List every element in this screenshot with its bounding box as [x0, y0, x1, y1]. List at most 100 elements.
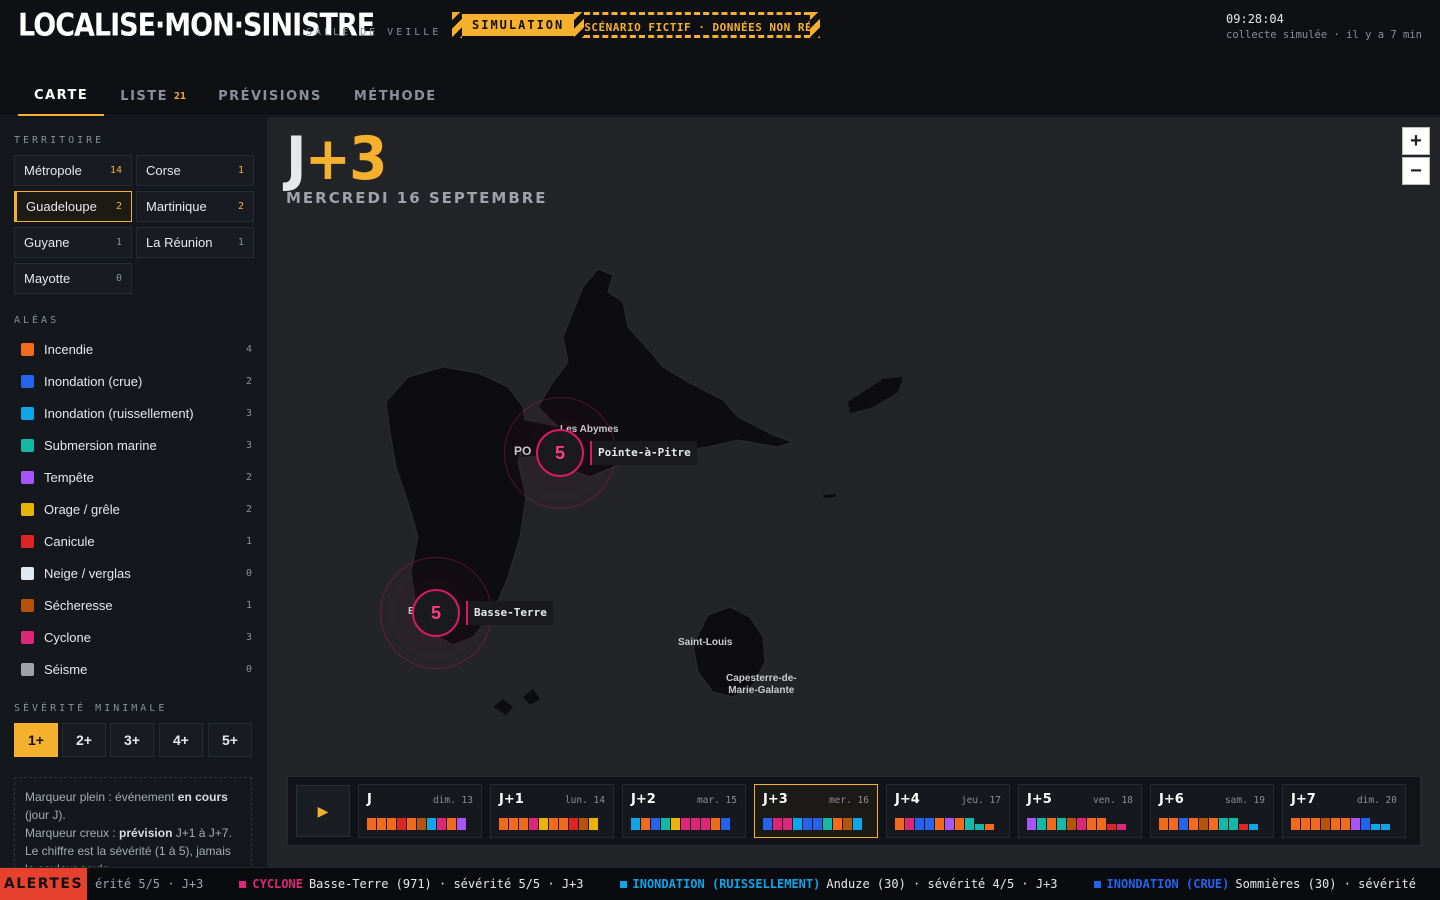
hazard-bar	[823, 818, 832, 830]
hazard-bar	[641, 818, 650, 830]
alea-count: 3	[245, 439, 252, 451]
hazard-square-icon	[619, 881, 627, 888]
hazard-bar	[1037, 818, 1046, 830]
ticker-alert-item[interactable]: CYCLONE Basse-Terre (971) · sévérité 5/5 …	[239, 868, 584, 900]
play-button[interactable]: ▶	[296, 785, 350, 837]
territoire-mayotte[interactable]: Mayotte 0	[14, 263, 132, 294]
hazard-bar	[1027, 818, 1036, 830]
alea-incendie[interactable]: Incendie 4	[14, 335, 252, 363]
day-cell-5[interactable]: J+5 ven. 18	[1018, 784, 1142, 838]
hazard-bar	[1179, 818, 1188, 830]
day-cell-3[interactable]: J+3 mer. 16	[754, 784, 878, 838]
hazard-square-icon	[239, 881, 247, 888]
alea-cyclone[interactable]: Cyclone 3	[14, 623, 252, 651]
hazard-bar	[905, 818, 914, 830]
marker-legend: Marqueur plein : événement en cours (jou…	[14, 777, 252, 867]
severite-1-button[interactable]: 1+	[14, 723, 58, 757]
day-cell-6[interactable]: J+6 sam. 19	[1150, 784, 1274, 838]
hazard-bar	[965, 818, 974, 830]
cluster-marker-pointe-a-pitre[interactable]: 5	[536, 429, 584, 477]
hazard-bar	[397, 818, 406, 830]
alea-canicule[interactable]: Canicule 1	[14, 527, 252, 555]
hazard-bar	[853, 818, 862, 830]
ticker-hazard-type: INONDATION (RUISSELLEMENT)	[632, 877, 821, 891]
legend-text: (jour J).	[25, 808, 66, 822]
tab-methode[interactable]: MÉTHODE	[338, 76, 453, 116]
territoire-corse[interactable]: Corse 1	[136, 155, 254, 186]
alea-secheresse[interactable]: Sécheresse 1	[14, 591, 252, 619]
alea-neige-verglas[interactable]: Neige / verglas 0	[14, 559, 252, 587]
day-cell-label: J+6	[1159, 792, 1184, 807]
hazard-bar	[1249, 824, 1258, 830]
territoire-la-reunion[interactable]: La Réunion 1	[136, 227, 254, 258]
alea-orage-grele[interactable]: Orage / grêle 2	[14, 495, 252, 523]
ticker-alert-text: Sommières (30) · sévérité	[1235, 877, 1416, 891]
map[interactable]: J+3 MERCREDI 16 SEPTEMBRE + − Les Abymes…	[268, 117, 1440, 867]
zoom-out-button[interactable]: −	[1402, 157, 1430, 185]
territoire-count: 0	[115, 273, 122, 284]
hazard-bar	[1291, 818, 1300, 830]
day-cell-label: J+2	[631, 792, 656, 807]
alea-label: Inondation (ruissellement)	[44, 405, 194, 421]
ticker-alert-item[interactable]: INONDATION (RUISSELLEMENT) Anduze (30) · …	[619, 868, 1058, 900]
territoire-guadeloupe[interactable]: Guadeloupe 2	[14, 191, 132, 222]
hazard-bar	[631, 818, 640, 830]
territoire-guyane[interactable]: Guyane 1	[14, 227, 132, 258]
day-cell-hazard-bars	[499, 816, 598, 830]
territoire-label: La Réunion	[146, 235, 213, 250]
hazard-bar	[1199, 818, 1208, 830]
hazard-bar	[1381, 824, 1390, 830]
alea-count: 3	[245, 407, 252, 419]
day-offset: +3	[304, 124, 388, 194]
clock: 09:28:04 collecte simulée · il y a 7 min	[1226, 12, 1422, 41]
hazard-bar	[783, 818, 792, 830]
severite-2-button[interactable]: 2+	[62, 723, 106, 757]
cluster-marker-basse-terre[interactable]: 5	[412, 589, 460, 637]
caution-tape-right	[810, 12, 820, 38]
tab-liste[interactable]: LISTE 21	[104, 76, 202, 116]
zoom-in-button[interactable]: +	[1402, 127, 1430, 155]
hazard-bar	[499, 818, 508, 830]
ticker-alert-text: Basse-Terre (971) · sévérité 5/5 · J+3	[308, 877, 584, 891]
hazard-bar	[1331, 818, 1340, 830]
place-label-saint-louis: Saint-Louis	[678, 637, 733, 648]
simulation-note: SCÉNARIO FICTIF · DONNÉES NON RÉELLES	[584, 12, 810, 38]
tab-label: MÉTHODE	[353, 88, 437, 104]
day-cell-0[interactable]: Jdim. 13	[358, 784, 482, 838]
tab-label: CARTE	[34, 87, 89, 103]
alea-count: 3	[245, 631, 252, 643]
ticker-alert-item[interactable]: INONDATION (CRUE) Sommières (30) · sévéri…	[1093, 868, 1416, 900]
hazard-bar	[843, 818, 852, 830]
hazard-bar	[1311, 818, 1320, 830]
alea-label: Cyclone	[44, 629, 91, 645]
alea-tempete[interactable]: Tempête 2	[14, 463, 252, 491]
day-cell-4[interactable]: J+4 jeu. 17	[886, 784, 1010, 838]
severite-3-button[interactable]: 3+	[110, 723, 154, 757]
severite-4-button[interactable]: 4+	[159, 723, 203, 757]
day-cell-7[interactable]: J+7 dim. 20	[1282, 784, 1406, 838]
territoire-martinique[interactable]: Martinique 2	[136, 191, 254, 222]
tab-previsions[interactable]: PRÉVISIONS	[202, 76, 338, 116]
tab-carte[interactable]: CARTE	[18, 76, 105, 116]
hazard-bar	[955, 818, 964, 830]
day-cell-2[interactable]: J+2 mar. 15	[622, 784, 746, 838]
ticker-alert-item[interactable]: érité 5/5 · J+3	[95, 868, 203, 900]
hazard-bar	[803, 818, 812, 830]
alea-inondation-ruissellement[interactable]: Inondation (ruissellement) 3	[14, 399, 252, 427]
territoire-metropole[interactable]: Métropole 14	[14, 155, 132, 186]
day-cell-1[interactable]: J+1 lun. 14	[490, 784, 614, 838]
alea-seisme[interactable]: Séisme 0	[14, 655, 252, 683]
alea-submersion-marine[interactable]: Submersion marine 3	[14, 431, 252, 459]
severite-5-button[interactable]: 5+	[208, 723, 252, 757]
hazard-bar	[1107, 824, 1116, 830]
hazard-bar	[377, 818, 386, 830]
hazard-bar	[763, 818, 772, 830]
app-title: LOCALISE·MON·SINISTRE	[18, 8, 375, 44]
alea-inondation-crue[interactable]: Inondation (crue) 2	[14, 367, 252, 395]
hazard-bar	[1169, 818, 1178, 830]
day-cell-label: J+5	[1027, 792, 1052, 807]
liste-count-badge: 21	[174, 90, 187, 102]
hazard-bar	[1057, 818, 1066, 830]
header: LOCALISE·MON·SINISTRE SALLE DE VEILLE SI…	[0, 0, 1440, 116]
territoire-label: Métropole	[24, 163, 82, 178]
